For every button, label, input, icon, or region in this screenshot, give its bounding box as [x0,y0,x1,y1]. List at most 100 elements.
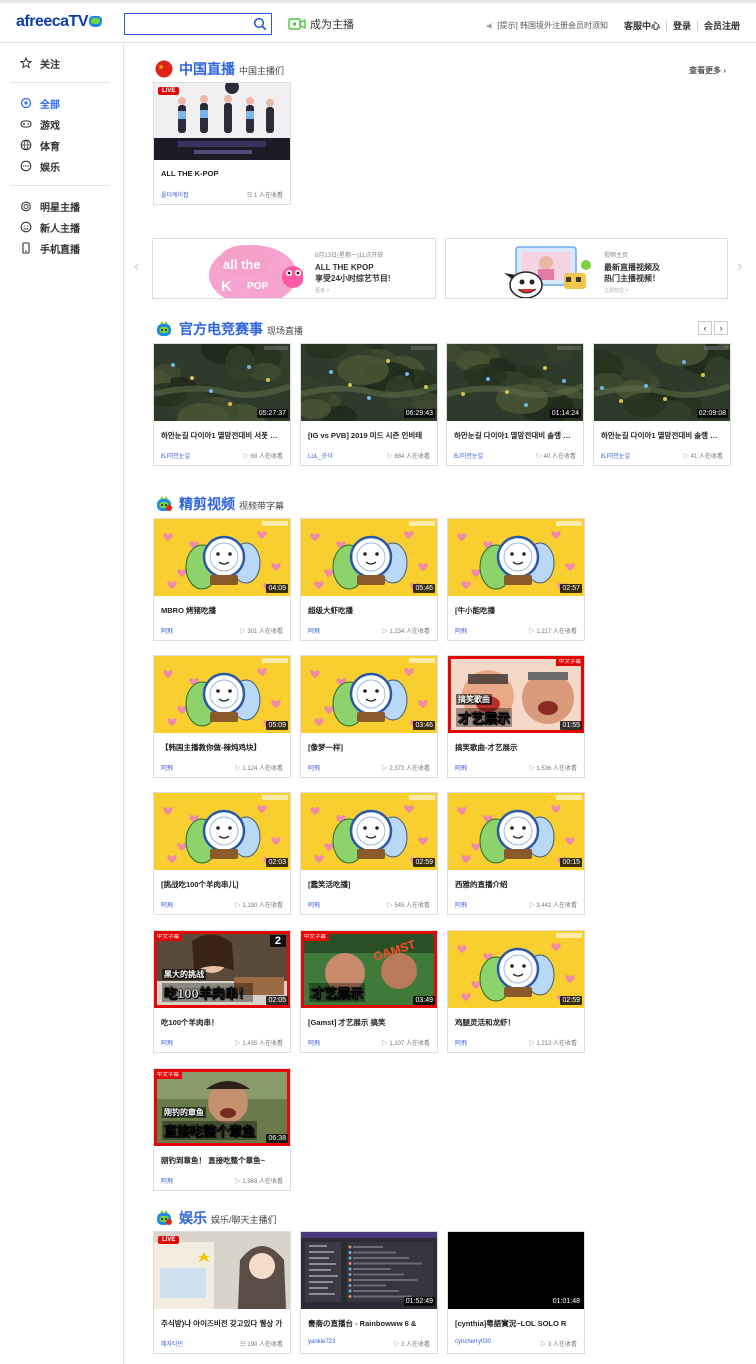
card-title[interactable]: ALL THE K-POP [154,160,290,190]
sidebar-item-star-streamers[interactable]: 明星主播 [20,198,80,214]
card-author[interactable]: 阿飛 [161,626,173,640]
customer-service-link[interactable]: 客服中心 [618,21,666,31]
video-thumbnail[interactable]: 05:46 [301,519,437,596]
become-streamer-button[interactable]: 成为主播 [288,16,354,32]
card-author[interactable]: BJ하안눈길 [454,451,483,465]
card-title[interactable]: 西雅的直播介绍 [448,870,584,900]
sidebar-item-new-streamers[interactable]: 新人主播 [20,219,80,235]
see-more-link[interactable]: 查看更多 › [689,65,726,76]
banner-video-home[interactable]: 视频主页 最新直播视频及 热门主播视频！ 立即前往 > [445,238,728,299]
video-thumbnail[interactable]: 01:01:48 [448,1232,584,1309]
clip-card[interactable]: 02:59 [蠢笑活吃播] 阿飛 ▷ 545 人在收看 [300,792,438,915]
card-title[interactable]: 하안눈길 다이아1 멸망전대비 서폿 솔랭 [154,421,290,451]
card-author[interactable]: 阿飛 [308,626,320,640]
card-author[interactable]: LoL_공식 [308,451,332,465]
card-title[interactable]: 超级大虾吃播 [301,596,437,626]
card-title[interactable]: 【韩国主播教你做-辣炖鸡块】 [154,733,290,763]
card-author[interactable]: 阿飛 [161,1038,173,1052]
card-author[interactable]: 阿飛 [455,1038,467,1052]
section-clips-title[interactable]: 精剪视频 [179,494,235,514]
video-thumbnail[interactable]: 02:09:08 [594,344,730,421]
card-author[interactable]: yankie723 [308,1339,335,1353]
clip-card[interactable]: 02:57 [牛小能吃播 阿飛 ▷ 1,217 人在收看 [447,518,585,641]
ent-card[interactable]: 01:52:49 書斋の直播台 - Rainbowww 6 & yankie723 ▷… [300,1231,438,1354]
card-author[interactable]: 阿飛 [308,900,320,914]
ent-card[interactable]: 01:01:48 [cynthia]粤語實況~LOL SOLO Rcyncherr… [447,1231,585,1354]
video-thumbnail[interactable]: 02:03 [154,793,290,870]
card-title[interactable]: 吃100个羊肉串！ [154,1008,290,1038]
card-author[interactable]: 阿飛 [161,763,173,777]
card-title[interactable]: [蠢笑活吃播] [301,870,437,900]
video-thumbnail[interactable]: 01:52:49 [301,1232,437,1309]
esports-card[interactable]: 06:29:43 [IG vs PVB] 2019 미드 시즌 인비테 LoL_공식… [300,343,438,466]
clip-card[interactable]: GAMSTGAMST才艺展示中文字幕03:49[Gamst] 才艺展示 搞笑阿飛… [300,930,438,1053]
section-esports-title[interactable]: 官方电竞赛事 [179,319,263,339]
esports-card[interactable]: 05:27:37 하안눈길 다이아1 멸망전대비 서폿 솔랭 BJ하안눈길 ▷ 68 … [153,343,291,466]
clip-card[interactable]: 03:46 [像梦一样] 阿飛 ▷ 2,373 人在收看 [300,655,438,778]
video-thumbnail[interactable]: 刚钓的章鱼 直接吃整个章鱼 中文字幕 06:38 [154,1069,290,1146]
card-title[interactable]: [Gamst] 才艺展示 搞笑 [301,1008,437,1038]
card-title[interactable]: [牛小能吃播 [448,596,584,626]
video-thumbnail[interactable]: 05:09 [154,656,290,733]
sidebar-item-entertainment[interactable]: 娱乐 [20,158,60,174]
clip-card[interactable]: 00:15 西雅的直播介绍 阿飛 ▷ 3,442 人在收看 [447,792,585,915]
video-thumbnail[interactable]: 02:59 [448,931,584,1008]
card-title[interactable]: [cynthia]粤語實況~LOL SOLO R [448,1309,584,1339]
video-thumbnail[interactable]: 黑大的挑战 吃100羊肉串！ 2 中文字幕 02:05 [154,931,290,1008]
register-link[interactable]: 会员注册 [696,20,746,31]
login-link[interactable]: 登录 [665,20,697,31]
section-china-title[interactable]: 中国直播 [179,59,235,79]
card-title[interactable]: 書斋の直播台 - Rainbowww 6 & [301,1309,437,1339]
card-author[interactable]: 阿飛 [161,1176,173,1190]
card-title[interactable]: [IG vs PVB] 2019 미드 시즌 인비테 [301,421,437,451]
clip-card[interactable]: 05:46 超级大虾吃播 阿飛 ▷ 1,234 人在收看 [300,518,438,641]
card-author[interactable]: cyncherry030 [455,1339,491,1353]
clip-card[interactable]: 05:09 【韩国主播教你做-辣炖鸡块】 阿飛 ▷ 1,124 人在收看 [153,655,291,778]
card-author[interactable]: 阿飛 [455,900,467,914]
video-thumbnail[interactable]: 02:59 [301,793,437,870]
card-author[interactable]: BJ하안눈길 [161,451,190,465]
clip-card[interactable]: 02:03 [挑战吃100个羊肉串儿] 阿飛 ▷ 1,190 人在收看 [153,792,291,915]
card-title[interactable]: 하안눈길 다이아1 멸망전대비 솔랭 서폿 [594,421,730,451]
card-author[interactable]: 올더케이팝 [161,190,189,204]
card-title[interactable]: MBRO 烤猪吃播 [154,596,290,626]
card-title[interactable]: 搞笑歌曲-才艺展示 [448,733,584,763]
card-author[interactable]: 阿飛 [308,763,320,777]
card-author[interactable]: 阿飛 [161,900,173,914]
video-thumbnail[interactable]: 00:15 [448,793,584,870]
live-thumbnail[interactable]: LIVE [154,83,290,160]
ent-card[interactable]: LIVE 주식방)나 아이즈비전 갖고있다 퀭상 가 혜자타민 ☷ 190 人在收看 [153,1231,291,1354]
video-thumbnail[interactable]: 02:57 [448,519,584,596]
card-title[interactable]: 하안눈길 다이아1 멸망전대비 솔랭 서폿 [447,421,583,451]
card-title[interactable]: [挑战吃100个羊肉串儿] [154,870,290,900]
video-thumbnail[interactable]: GAMSTGAMST才艺展示中文字幕03:49 [301,931,437,1008]
search-icon[interactable] [253,17,267,31]
clip-card[interactable]: 04:09 MBRO 烤猪吃播 阿飛 ▷ 301 人在收看 [153,518,291,641]
video-thumbnail[interactable]: 搞笑歌曲 才艺展示 中文字幕 01:55 [448,656,584,733]
clip-card[interactable]: 02:59 鸡腿灵活和龙虾！ 阿飛 ▷ 1,213 人在收看 [447,930,585,1053]
esports-next-button[interactable]: › [714,321,728,335]
card-author[interactable]: 阿飛 [455,626,467,640]
esports-card[interactable]: 02:09:08 하안눈길 다이아1 멸망전대비 솔랭 서폿 BJ하안눈길 ▷ 41 … [593,343,731,466]
sidebar-item-game[interactable]: 游戏 [20,116,60,132]
video-thumbnail[interactable]: 06:29:43 [301,344,437,421]
clip-card[interactable]: 黑大的挑战 吃100羊肉串！ 2 中文字幕 02:05 吃100个羊肉串！ 阿飛 ▷ 1,43… [153,930,291,1053]
banner-prev-icon[interactable]: ‹ [134,259,144,275]
clip-card[interactable]: 刚钓的章鱼 直接吃整个章鱼 中文字幕 06:38 刚钓到章鱼！ 直接吃整个章鱼~ 阿飛 ▷ … [153,1068,291,1191]
video-thumbnail[interactable]: 01:14:24 [447,344,583,421]
card-title[interactable]: [像梦一样] [301,733,437,763]
card-author[interactable]: 阿飛 [455,763,467,777]
esports-card[interactable]: 01:14:24 하안눈길 다이아1 멸망전대비 솔랭 서폿 BJ하안눈길 ▷ 40 … [446,343,584,466]
banner-more[interactable]: 立即前往 > [604,287,660,294]
afreecatv-logo[interactable]: afreecaTV [16,13,102,31]
search-input[interactable] [125,14,245,34]
card-author[interactable]: 혜자타민 [161,1339,183,1353]
banner-more[interactable]: 更多 > [315,287,391,294]
section-ent-title[interactable]: 娱乐 [179,1208,207,1228]
card-title[interactable]: 주식방)나 아이즈비전 갖고있다 퀭상 가 [154,1309,290,1339]
banner-all-the-kpop[interactable]: all the K POP 8月13日(星期一)11点开放 ALL THE KP… [152,238,436,299]
video-thumbnail[interactable]: 05:27:37 [154,344,290,421]
notice-link[interactable]: [提示] 韩国境外注册会员时须知 [486,20,608,31]
video-thumbnail[interactable]: 04:09 [154,519,290,596]
card-author[interactable]: 阿飛 [308,1038,320,1052]
